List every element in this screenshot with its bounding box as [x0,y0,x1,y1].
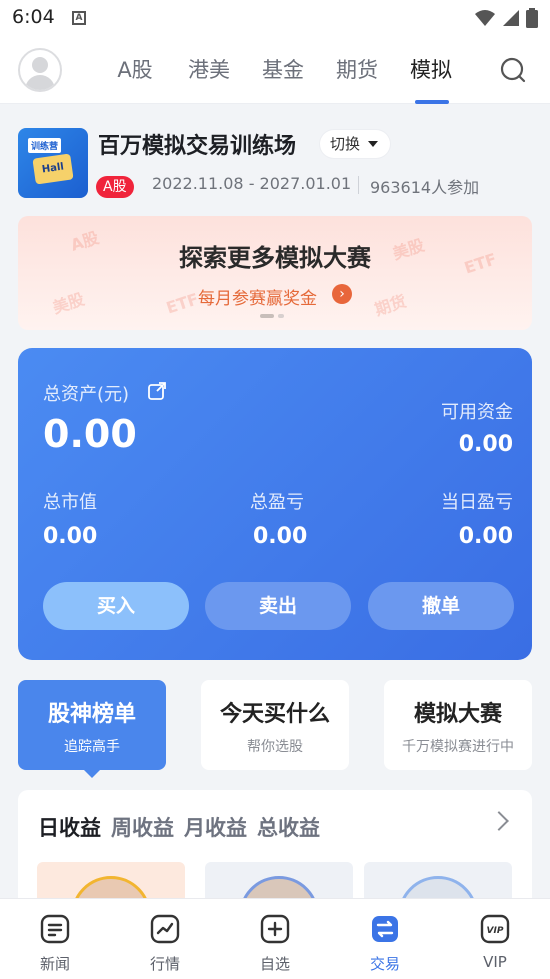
news-icon [40,914,70,944]
market-badge: A股 [96,176,134,198]
tab-a-shares[interactable]: A股 [98,36,172,104]
logo-tag: 训练营 [28,138,62,153]
contest-dates: 2022.11.08 - 2027.01.01 [152,174,352,193]
contest-logo: 训练营 Hall [18,128,88,198]
carousel-dot [278,314,284,318]
user-avatar[interactable] [18,48,62,92]
status-bar: 6:04 A [0,0,550,36]
banner-watermark: 美股 [50,289,87,318]
wifi-icon [475,10,495,26]
caret-down-icon [368,141,379,147]
total-assets-label: 总资产(元) [43,384,130,405]
banner-title: 探索更多模拟大赛 [179,244,371,272]
nav-quotes[interactable]: 行情 [110,899,220,979]
nav-label: 新闻 [39,955,70,973]
top-nav: A股 港美 基金 期货 模拟 [0,36,550,104]
feature-title: 股神榜单 [47,702,136,727]
tab-weekly-earnings[interactable]: 周收益 [111,812,174,842]
chevron-right-icon[interactable] [489,811,509,831]
daily-pl-value: 0.00 [458,524,513,549]
market-tabs: A股 港美 基金 期货 模拟 [98,36,468,104]
total-pl-label: 总盈亏 [250,492,304,513]
nav-label: 自选 [259,955,290,973]
earnings-tabs: 日收益 周收益 月收益 总收益 [38,812,320,842]
nav-watchlist[interactable]: 自选 [220,899,330,979]
feature-title: 模拟大赛 [413,702,502,727]
feature-subtitle: 帮你选股 [247,739,303,755]
market-value-label: 总市值 [43,492,97,513]
tab-simulation[interactable]: 模拟 [394,36,468,104]
available-funds-value: 0.00 [458,432,513,457]
sell-button[interactable]: 卖出 [205,582,351,630]
search-icon[interactable] [500,57,526,83]
vip-icon: VIP [480,914,510,944]
contest-title: 百万模拟交易训练场 [98,134,297,159]
tab-daily-earnings[interactable]: 日收益 [38,812,101,842]
tab-funds[interactable]: 基金 [246,36,320,104]
tab-monthly-earnings[interactable]: 月收益 [184,812,247,842]
contest-header: 训练营 Hall 百万模拟交易训练场 切换 A股 2022.11.08 - 20… [18,126,532,198]
battery-icon [526,8,538,28]
logo-sign-text: Hall [41,161,65,176]
feature-card-leaderboard[interactable]: 股神榜单 追踪高手 [18,680,166,778]
nav-label: 交易 [369,955,400,973]
total-pl-value: 0.00 [253,524,308,549]
switch-label: 切换 [330,135,361,153]
notification-a-icon: A [72,11,86,25]
avatar-body-shape [25,75,55,90]
share-external-icon[interactable] [148,382,166,400]
cancel-order-button[interactable]: 撤单 [368,582,514,630]
feature-card-what-to-buy[interactable]: 今天买什么 帮你选股 [201,680,349,770]
feature-title: 今天买什么 [219,702,330,727]
nav-label: 行情 [149,955,180,973]
banner-subtitle: 每月参赛赢奖金 [198,289,317,309]
carousel-dot-active [260,314,274,318]
carousel-dots [260,314,284,318]
avatar-head-shape [32,57,48,73]
exchange-icon [372,916,398,942]
bottom-nav: 新闻 行情 自选 交易 VIP VIP [0,898,550,979]
tab-futures[interactable]: 期货 [320,36,394,104]
tab-total-earnings[interactable]: 总收益 [257,812,320,842]
asset-card: 总资产(元) 0.00 可用资金 0.00 总市值 0.00 总盈亏 0.00 … [18,348,532,660]
chart-line-icon [150,914,180,944]
tab-hk-us[interactable]: 港美 [172,36,246,104]
nav-vip[interactable]: VIP VIP [440,899,550,979]
market-value: 0.00 [43,524,98,549]
switch-contest-button[interactable]: 切换 [320,130,391,158]
plus-box-icon [260,914,290,944]
feature-subtitle: 千万模拟赛进行中 [402,739,514,755]
status-right [474,8,538,28]
feature-card-contests[interactable]: 模拟大赛 千万模拟赛进行中 [384,680,532,770]
banner-watermark: 期货 [372,291,409,320]
participant-count: 963614人参加 [370,178,480,197]
feature-subtitle: 追踪高手 [64,739,120,755]
contest-banner[interactable]: A股 美股 ETF 美股 期货 ETF 探索更多模拟大赛 每月参赛赢奖金 › [18,216,532,330]
logo-sign: Hall [32,153,74,185]
nav-label: VIP [483,953,507,971]
svg-text:VIP: VIP [487,926,504,936]
nav-news[interactable]: 新闻 [0,899,110,979]
buy-button[interactable]: 买入 [43,582,189,630]
banner-watermark: ETF [163,289,201,318]
daily-pl-label: 当日盈亏 [441,492,513,513]
nav-trade[interactable]: 交易 [330,899,440,979]
total-assets-value: 0.00 [43,412,137,456]
chevron-right-icon: › [332,284,352,304]
available-funds-label: 可用资金 [441,402,513,423]
cell-signal-icon [503,10,519,26]
divider [358,176,359,194]
status-time: 6:04 [12,6,55,28]
